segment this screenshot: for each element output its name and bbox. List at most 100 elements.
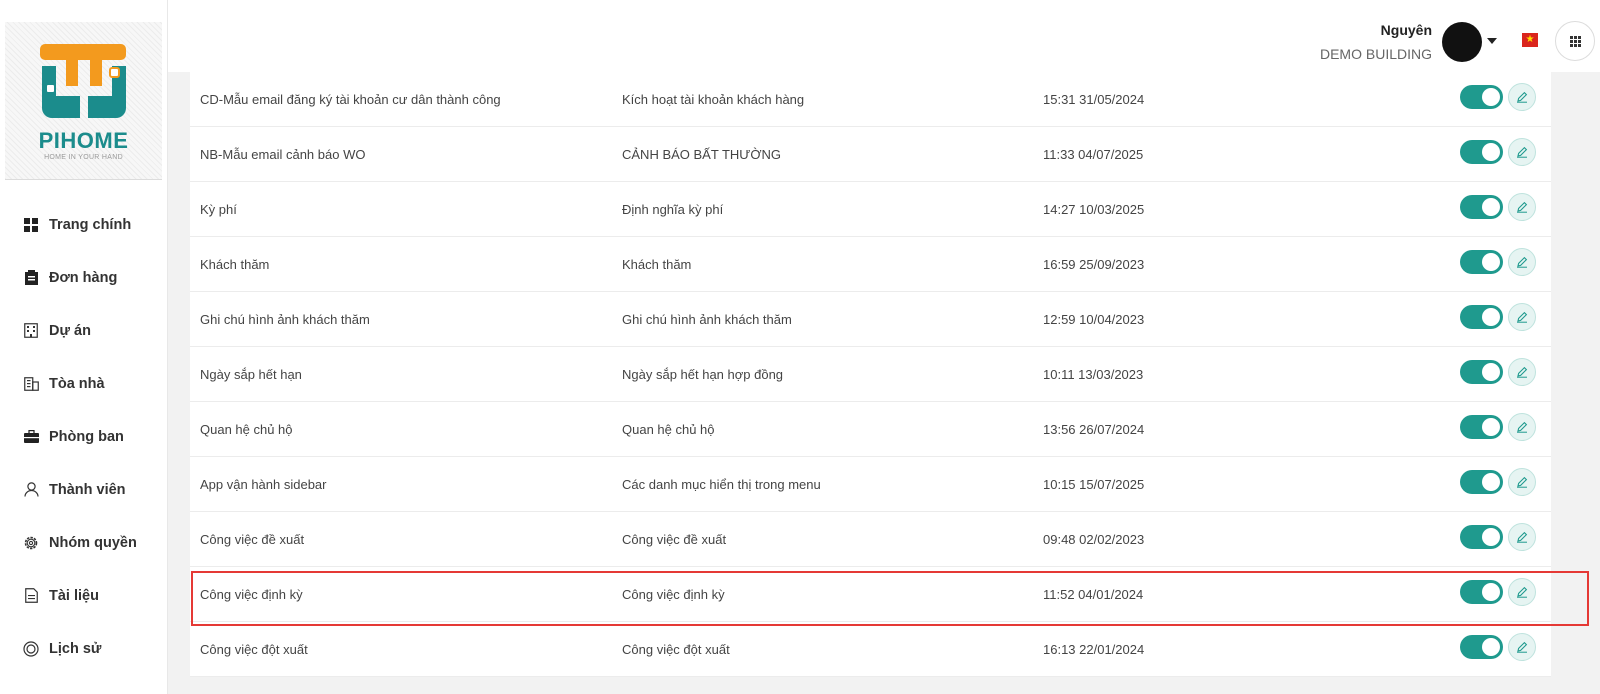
- row-description: Công việc định kỳ: [622, 587, 725, 602]
- edit-button[interactable]: [1508, 358, 1536, 386]
- row-description: Định nghĩa kỳ phí: [622, 202, 724, 217]
- pencil-icon: [1517, 586, 1528, 598]
- row-description: Công việc đề xuất: [622, 532, 727, 547]
- sidebar-item-label: Lịch sử: [49, 640, 102, 657]
- row-description: Công việc đột xuất: [622, 642, 730, 657]
- pencil-icon: [1517, 366, 1528, 378]
- status-toggle[interactable]: [1460, 580, 1503, 604]
- edit-button[interactable]: [1508, 633, 1536, 661]
- status-toggle[interactable]: [1460, 250, 1503, 274]
- pencil-icon: [1517, 531, 1528, 543]
- chevron-down-icon[interactable]: [1487, 38, 1497, 44]
- sidebar-item-orders[interactable]: Đơn hàng: [0, 251, 168, 304]
- row-updated-time: 13:56 26/07/2024: [1043, 422, 1145, 437]
- row-description: Ghi chú hình ảnh khách thăm: [622, 312, 792, 327]
- sidebar-item-label: Nhóm quyền: [49, 534, 137, 551]
- office-building-icon: [23, 376, 39, 392]
- row-updated-time: 16:59 25/09/2023: [1043, 257, 1145, 272]
- avatar[interactable]: [1442, 22, 1482, 62]
- pencil-icon: [1517, 421, 1528, 433]
- status-toggle[interactable]: [1460, 305, 1503, 329]
- status-toggle[interactable]: [1460, 195, 1503, 219]
- edit-button[interactable]: [1508, 83, 1536, 111]
- row-name: CD-Mẫu email đăng ký tài khoản cư dân th…: [200, 92, 501, 107]
- table-row: Khách thăm Khách thăm 16:59 25/09/2023: [190, 237, 1551, 292]
- sidebar-item-documents[interactable]: Tài liệu: [0, 569, 168, 622]
- sidebar-item-history[interactable]: Lịch sử: [0, 622, 168, 675]
- edit-button[interactable]: [1508, 413, 1536, 441]
- row-name: Quan hệ chủ hộ: [200, 422, 293, 437]
- pihome-logo-mark: [40, 44, 126, 118]
- row-updated-time: 09:48 02/02/2023: [1043, 532, 1145, 547]
- edit-button[interactable]: [1508, 523, 1536, 551]
- row-updated-time: 14:27 10/03/2025: [1043, 202, 1145, 217]
- apps-grid-icon: [1569, 35, 1581, 47]
- row-name: Khách thăm: [200, 257, 270, 272]
- pencil-icon: [1517, 311, 1528, 323]
- logo[interactable]: PIHOME HOME IN YOUR HAND: [5, 22, 162, 180]
- status-toggle[interactable]: [1460, 635, 1503, 659]
- row-updated-time: 10:15 15/07/2025: [1043, 477, 1145, 492]
- table-row: Ngày sắp hết hạn Ngày sắp hết hạn hợp đồ…: [190, 347, 1551, 402]
- row-description: Quan hệ chủ hộ: [622, 422, 715, 437]
- edit-button[interactable]: [1508, 138, 1536, 166]
- status-toggle[interactable]: [1460, 525, 1503, 549]
- table-row: App vận hành sidebar Các danh mục hiển t…: [190, 457, 1551, 512]
- building-icon: [23, 323, 39, 339]
- logo-tagline: HOME IN YOUR HAND: [44, 154, 123, 161]
- sidebar-item-permission-groups[interactable]: Nhóm quyền: [0, 516, 168, 569]
- sidebar-item-projects[interactable]: Dự án: [0, 304, 168, 357]
- row-description: Khách thăm: [622, 257, 692, 272]
- table-row: Công việc đề xuất Công việc đề xuất 09:4…: [190, 512, 1551, 567]
- sidebar-item-home[interactable]: Trang chính: [0, 198, 168, 251]
- sidebar-nav: Trang chính Đơn hàng Dự án Tòa nhà Phòng…: [0, 198, 168, 675]
- document-icon: [23, 588, 39, 604]
- row-name: NB-Mẫu email cảnh báo WO: [200, 147, 366, 162]
- status-toggle[interactable]: [1460, 360, 1503, 384]
- row-updated-time: 11:52 04/01/2024: [1043, 587, 1144, 602]
- pencil-icon: [1517, 476, 1528, 488]
- row-updated-time: 16:13 22/01/2024: [1043, 642, 1145, 657]
- sidebar-item-label: Đơn hàng: [49, 269, 118, 286]
- table-row: Ghi chú hình ảnh khách thăm Ghi chú hình…: [190, 292, 1551, 347]
- sidebar-item-label: Dự án: [49, 322, 91, 339]
- row-updated-time: 10:11 13/03/2023: [1043, 367, 1144, 382]
- table-row-selected: Công việc định kỳ Công việc định kỳ 11:5…: [190, 567, 1551, 622]
- pencil-icon: [1517, 641, 1528, 653]
- status-toggle[interactable]: [1460, 85, 1503, 109]
- edit-button[interactable]: [1508, 193, 1536, 221]
- edit-button[interactable]: [1508, 303, 1536, 331]
- table-row: Công việc đột xuất Công việc đột xuất 16…: [190, 622, 1551, 677]
- row-description: Ngày sắp hết hạn hợp đồng: [622, 367, 784, 382]
- row-name: Công việc đột xuất: [200, 642, 308, 657]
- row-name: Kỳ phí: [200, 202, 237, 217]
- sidebar-item-members[interactable]: Thành viên: [0, 463, 168, 516]
- sidebar-item-label: Thành viên: [49, 481, 126, 498]
- user-name: Nguyên: [1380, 22, 1432, 38]
- sidebar: PIHOME HOME IN YOUR HAND Trang chính Đơn…: [0, 0, 168, 694]
- pencil-icon: [1517, 91, 1528, 103]
- vietnam-flag-icon[interactable]: ★: [1522, 33, 1538, 47]
- config-table: CD-Mẫu email đăng ký tài khoản cư dân th…: [190, 72, 1551, 677]
- sidebar-item-departments[interactable]: Phòng ban: [0, 410, 168, 463]
- row-description: Các danh mục hiển thị trong menu: [622, 477, 821, 492]
- pencil-icon: [1517, 146, 1528, 158]
- row-name: Công việc định kỳ: [200, 587, 303, 602]
- status-toggle[interactable]: [1460, 140, 1503, 164]
- edit-button[interactable]: [1508, 468, 1536, 496]
- sidebar-item-label: Phòng ban: [49, 428, 124, 445]
- status-toggle[interactable]: [1460, 415, 1503, 439]
- user-icon: [23, 482, 39, 498]
- clipboard-icon: [23, 270, 39, 286]
- sidebar-item-buildings[interactable]: Tòa nhà: [0, 357, 168, 410]
- status-toggle[interactable]: [1460, 470, 1503, 494]
- edit-button[interactable]: [1508, 248, 1536, 276]
- table-row: Kỳ phí Định nghĩa kỳ phí 14:27 10/03/202…: [190, 182, 1551, 237]
- edit-button[interactable]: [1508, 578, 1536, 606]
- top-header: Nguyên DEMO BUILDING ★: [168, 0, 1600, 72]
- pencil-icon: [1517, 256, 1528, 268]
- apps-menu-button[interactable]: [1555, 21, 1595, 61]
- row-name: Ghi chú hình ảnh khách thăm: [200, 312, 370, 327]
- row-name: App vận hành sidebar: [200, 477, 327, 492]
- table-row: CD-Mẫu email đăng ký tài khoản cư dân th…: [190, 72, 1551, 127]
